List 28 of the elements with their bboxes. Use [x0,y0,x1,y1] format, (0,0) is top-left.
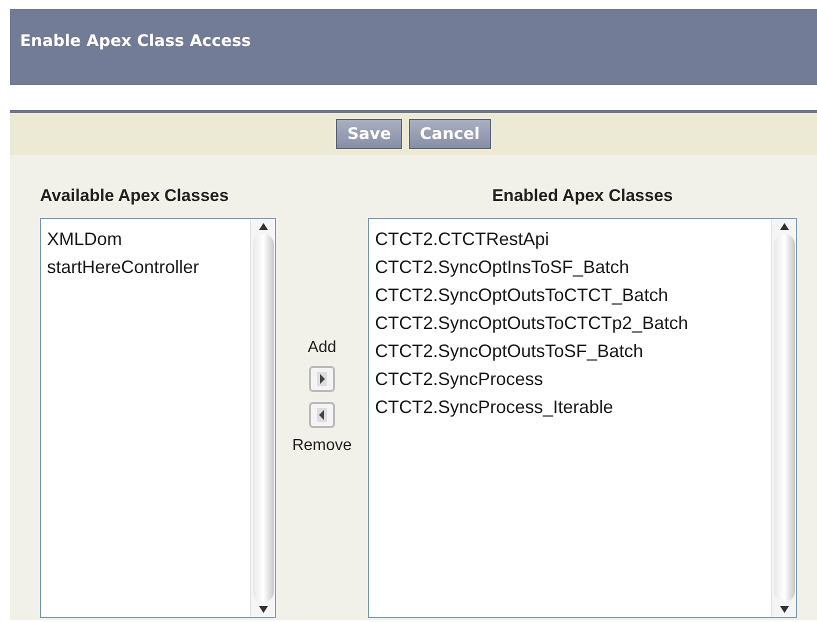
list-option[interactable]: startHereController [47,253,200,281]
left-arrow-icon [317,408,327,422]
remove-button[interactable] [309,402,335,428]
remove-label: Remove [292,436,352,456]
list-box[interactable]: XMLDom startHereController [40,218,276,618]
list-option[interactable]: XMLDom [47,225,122,253]
column-heading: Enabled Apex Classes [492,185,673,207]
scroll-up-icon [258,223,268,230]
scrollbar[interactable] [250,219,275,617]
scroll-down-icon [780,606,788,613]
scroll-thumb[interactable] [252,234,274,602]
list-option[interactable]: CTCT2.CTCTRestApi [375,225,550,253]
list-option[interactable]: CTCT2.SyncProcess [375,365,544,393]
list-option[interactable]: CTCT2.SyncOptInsToSF_Batch [375,253,630,281]
scroll-down-icon [258,606,268,613]
list-option[interactable]: CTCT2.SyncOptOutsToSF_Batch [375,337,644,365]
add-button[interactable] [309,366,335,392]
column-heading: Available Apex Classes [40,185,229,207]
scrollbar[interactable] [771,219,796,617]
list-option[interactable]: CTCT2.SyncOptOutsToCTCT_Batch [375,281,668,309]
page-title: Enable Apex Class Access [20,31,251,50]
scroll-thumb[interactable] [774,234,794,602]
scroll-up-icon [780,223,788,230]
add-label: Add [308,338,336,358]
list-box[interactable]: CTCT2.CTCTRestApi CTCT2.SyncOptInsToSF_Batch CTCT2.SyncOptOutsToCTCT_Batch CTCT2.SyncOptOutsToCTCTp2_Batch CTCT2.SyncOptOutsToSF_Batch CTCT2.SyncProcess CTCT2.SyncProcess_Iterable [368,218,797,618]
list-option[interactable]: CTCT2.SyncProcess_Iterable [375,393,614,421]
list-option[interactable]: CTCT2.SyncOptOutsToCTCTp2_Batch [375,309,688,337]
right-arrow-icon [317,372,327,386]
